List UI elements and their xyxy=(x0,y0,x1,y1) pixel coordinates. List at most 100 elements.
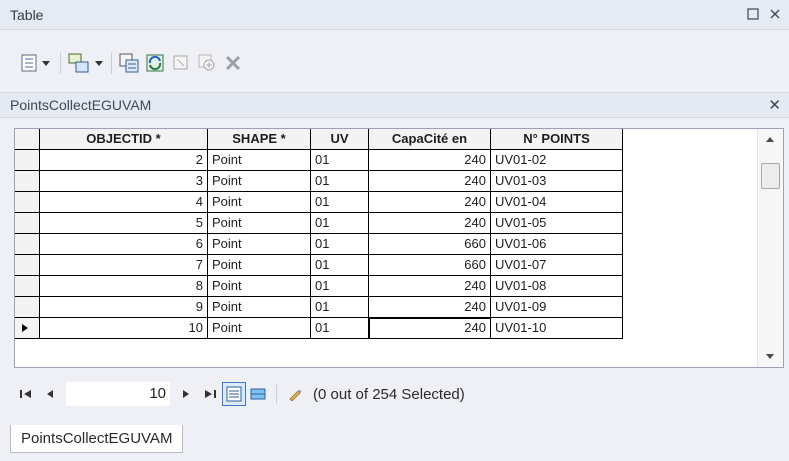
table-row[interactable]: 2 Point 01 240 UV01-02 xyxy=(15,150,623,171)
row-selector[interactable] xyxy=(15,276,40,297)
table-tab-header: PointsCollectEGUVAM ✕ xyxy=(0,92,789,118)
row-selector[interactable] xyxy=(15,150,40,171)
cell-objectid[interactable]: 5 xyxy=(40,213,208,234)
cell-capacite[interactable]: 240 xyxy=(369,276,491,297)
column-header-objectid[interactable]: OBJECTID * xyxy=(40,129,208,150)
table-row[interactable]: 4 Point 01 240 UV01-04 xyxy=(15,192,623,213)
table-row[interactable]: 9 Point 01 240 UV01-09 xyxy=(15,297,623,318)
cell-shape[interactable]: Point xyxy=(208,318,311,339)
row-selector[interactable] xyxy=(15,171,40,192)
previous-record-icon[interactable] xyxy=(38,382,62,406)
cell-shape[interactable]: Point xyxy=(208,255,311,276)
cell-n-points[interactable]: UV01-06 xyxy=(491,234,623,255)
cell-capacite[interactable]: 240 xyxy=(369,171,491,192)
cell-capacite[interactable]: 240 xyxy=(369,297,491,318)
table-options-icon[interactable] xyxy=(20,50,54,76)
first-record-icon[interactable] xyxy=(14,382,38,406)
cell-shape[interactable]: Point xyxy=(208,192,311,213)
tab-pointscollecteguvam[interactable]: PointsCollectEGUVAM xyxy=(10,425,184,453)
row-selector[interactable] xyxy=(15,213,40,234)
current-record-field[interactable]: 10 xyxy=(66,382,170,406)
column-header-uv[interactable]: UV xyxy=(311,129,369,150)
cell-capacite[interactable]: 240 xyxy=(369,318,491,339)
table-row[interactable]: 10 Point 01 240 UV01-10 xyxy=(15,318,623,339)
cell-objectid[interactable]: 9 xyxy=(40,297,208,318)
cell-objectid[interactable]: 4 xyxy=(40,192,208,213)
zoom-to-selected-icon[interactable] xyxy=(196,50,218,76)
cell-shape[interactable]: Point xyxy=(208,213,311,234)
cell-objectid[interactable]: 8 xyxy=(40,276,208,297)
table-row[interactable]: 8 Point 01 240 UV01-08 xyxy=(15,276,623,297)
restore-icon[interactable] xyxy=(745,6,761,22)
cell-n-points[interactable]: UV01-10 xyxy=(491,318,623,339)
cell-uv[interactable]: 01 xyxy=(311,171,369,192)
show-selected-records-icon[interactable] xyxy=(246,382,270,406)
scrollbar-thumb[interactable] xyxy=(761,163,780,189)
delete-selected-icon[interactable] xyxy=(222,50,244,76)
close-table-icon[interactable]: ✕ xyxy=(768,96,781,114)
cell-capacite[interactable]: 240 xyxy=(369,150,491,171)
next-record-icon[interactable] xyxy=(174,382,198,406)
cell-uv[interactable]: 01 xyxy=(311,276,369,297)
cell-objectid[interactable]: 3 xyxy=(40,171,208,192)
cell-capacite[interactable]: 660 xyxy=(369,255,491,276)
table-row[interactable]: 6 Point 01 660 UV01-06 xyxy=(15,234,623,255)
cell-shape[interactable]: Point xyxy=(208,171,311,192)
scroll-down-icon[interactable] xyxy=(766,354,774,359)
cell-objectid[interactable]: 10 xyxy=(40,318,208,339)
record-navigation-bar: 10 (0 out of 254 Selected) xyxy=(14,376,784,412)
row-selector[interactable] xyxy=(15,297,40,318)
selection-status: (0 out of 254 Selected) xyxy=(313,385,465,403)
cell-n-points[interactable]: UV01-08 xyxy=(491,276,623,297)
cell-n-points[interactable]: UV01-03 xyxy=(491,171,623,192)
table-row[interactable]: 3 Point 01 240 UV01-03 xyxy=(15,171,623,192)
cell-uv[interactable]: 01 xyxy=(311,318,369,339)
window-titlebar: Table xyxy=(0,0,789,30)
cell-n-points[interactable]: UV01-05 xyxy=(491,213,623,234)
show-all-records-icon[interactable] xyxy=(222,382,246,406)
column-header-n-points[interactable]: N° POINTS xyxy=(491,129,623,150)
cell-shape[interactable]: Point xyxy=(208,150,311,171)
select-by-attributes-icon[interactable] xyxy=(118,50,140,76)
row-selector[interactable] xyxy=(15,318,40,339)
cell-n-points[interactable]: UV01-07 xyxy=(491,255,623,276)
cell-objectid[interactable]: 2 xyxy=(40,150,208,171)
cell-n-points[interactable]: UV01-09 xyxy=(491,297,623,318)
nav-separator xyxy=(276,384,277,404)
switch-selection-icon[interactable] xyxy=(144,50,166,76)
row-selector[interactable] xyxy=(15,234,40,255)
attribute-table-grid: OBJECTID * SHAPE * UV CapaCité en N° POI… xyxy=(14,128,784,368)
table-body: OBJECTID * SHAPE * UV CapaCité en N° POI… xyxy=(15,129,755,367)
column-header-shape[interactable]: SHAPE * xyxy=(208,129,311,150)
row-selector-header[interactable] xyxy=(15,129,40,150)
vertical-scrollbar[interactable] xyxy=(757,129,783,367)
cell-capacite[interactable]: 240 xyxy=(369,213,491,234)
header-row: OBJECTID * SHAPE * UV CapaCité en N° POI… xyxy=(15,129,623,150)
cell-capacite[interactable]: 660 xyxy=(369,234,491,255)
cell-shape[interactable]: Point xyxy=(208,297,311,318)
cell-uv[interactable]: 01 xyxy=(311,213,369,234)
cell-shape[interactable]: Point xyxy=(208,276,311,297)
close-icon[interactable] xyxy=(767,6,783,22)
scroll-up-icon[interactable] xyxy=(766,137,774,142)
window-title: Table xyxy=(10,7,44,23)
cell-shape[interactable]: Point xyxy=(208,234,311,255)
related-tables-icon[interactable] xyxy=(67,50,105,76)
cell-uv[interactable]: 01 xyxy=(311,255,369,276)
table-row[interactable]: 5 Point 01 240 UV01-05 xyxy=(15,213,623,234)
cell-uv[interactable]: 01 xyxy=(311,234,369,255)
cell-objectid[interactable]: 7 xyxy=(40,255,208,276)
cell-objectid[interactable]: 6 xyxy=(40,234,208,255)
column-header-capacite[interactable]: CapaCité en xyxy=(369,129,491,150)
cell-uv[interactable]: 01 xyxy=(311,192,369,213)
cell-capacite[interactable]: 240 xyxy=(369,192,491,213)
table-row[interactable]: 7 Point 01 660 UV01-07 xyxy=(15,255,623,276)
cell-uv[interactable]: 01 xyxy=(311,150,369,171)
cell-n-points[interactable]: UV01-02 xyxy=(491,150,623,171)
cell-n-points[interactable]: UV01-04 xyxy=(491,192,623,213)
last-record-icon[interactable] xyxy=(198,382,222,406)
row-selector[interactable] xyxy=(15,192,40,213)
cell-uv[interactable]: 01 xyxy=(311,297,369,318)
row-selector[interactable] xyxy=(15,255,40,276)
clear-selection-icon[interactable] xyxy=(170,50,192,76)
